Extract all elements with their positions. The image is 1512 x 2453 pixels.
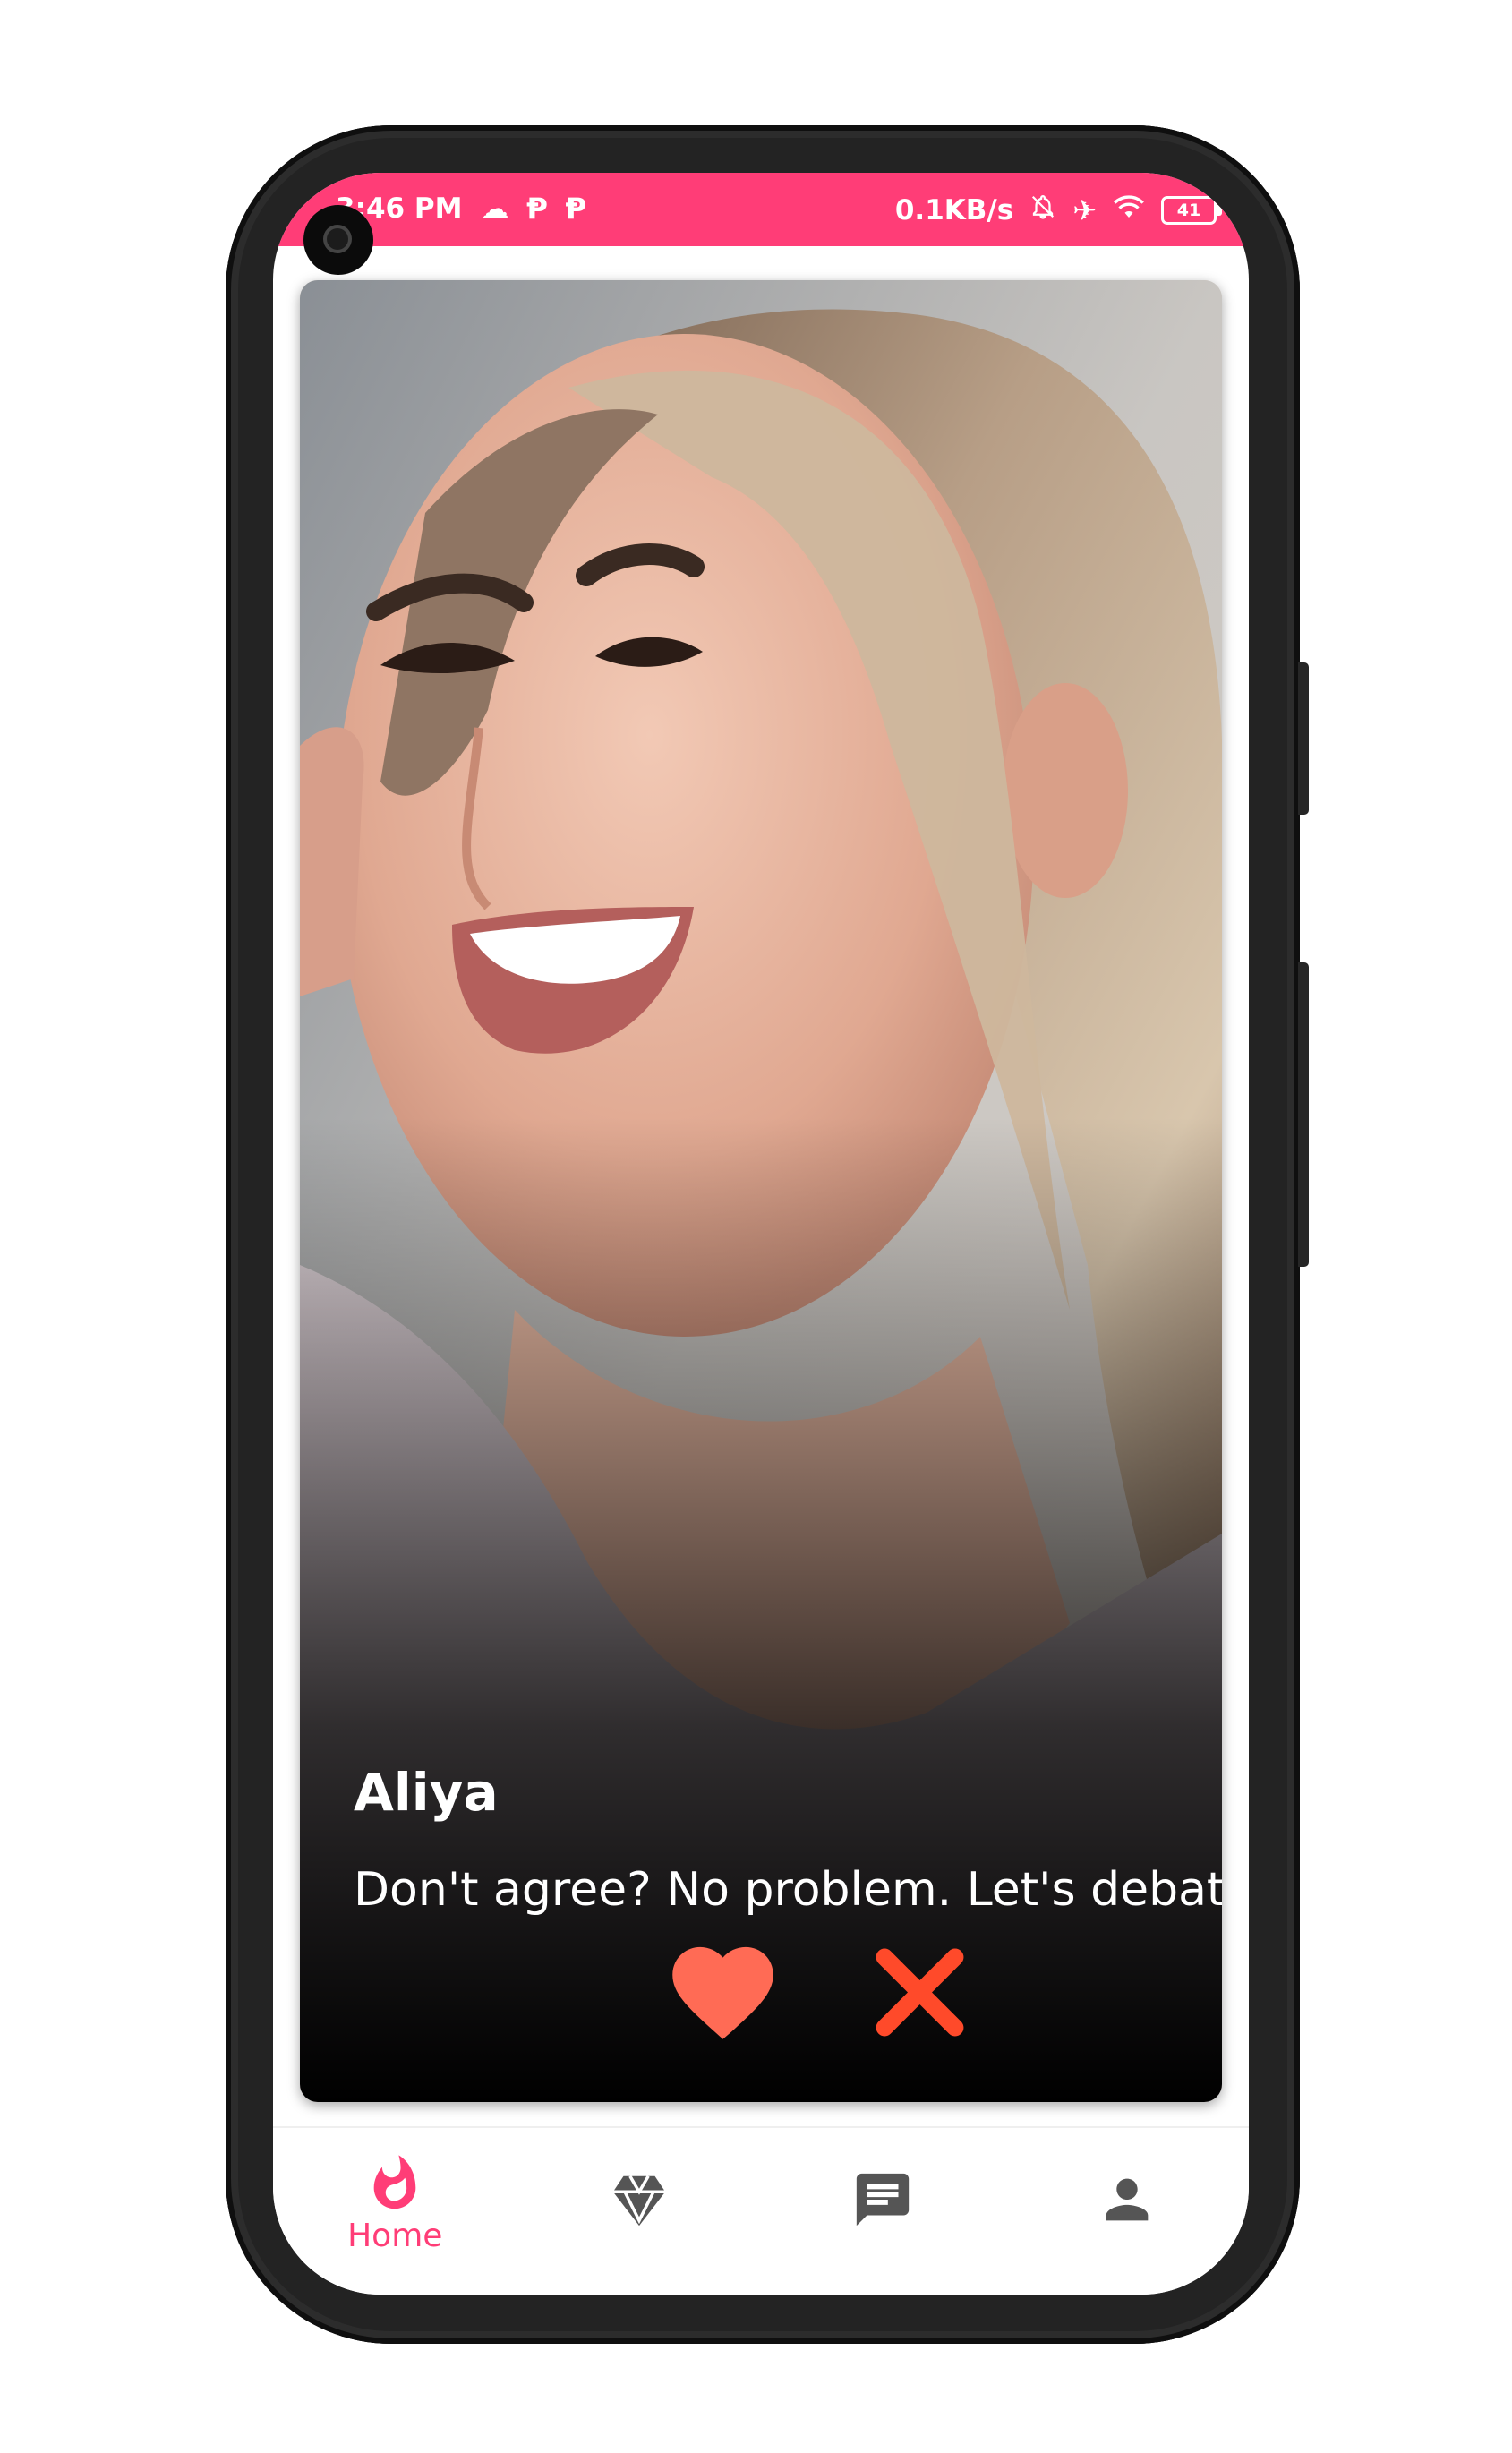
nope-button[interactable] <box>859 1932 980 2053</box>
volume-button <box>1298 662 1309 815</box>
battery-icon: 41 <box>1161 195 1222 225</box>
cloud-icon: ☁ <box>480 192 509 226</box>
screen: 3:46 PM ☁ Ᵽ Ᵽ 0.1KB/s ✈ 41 Aliya Don't a… <box>273 173 1249 2295</box>
profile-name: Aliya <box>354 1762 499 1823</box>
page: 3:46 PM ☁ Ᵽ Ᵽ 0.1KB/s ✈ 41 Aliya Don't a… <box>0 0 1512 2453</box>
status-right: 0.1KB/s ✈ 41 <box>895 192 1222 227</box>
flame-icon <box>373 2155 416 2209</box>
nav-item-profile[interactable] <box>1005 2128 1250 2295</box>
heart-icon <box>672 1946 773 2039</box>
phone-frame: 3:46 PM ☁ Ᵽ Ᵽ 0.1KB/s ✈ 41 Aliya Don't a… <box>226 125 1309 2344</box>
status-bar: 3:46 PM ☁ Ᵽ Ᵽ 0.1KB/s ✈ 41 <box>273 173 1249 246</box>
nav-item-messages[interactable] <box>761 2128 1005 2295</box>
person-icon <box>1106 2178 1149 2221</box>
wifi-icon <box>1113 193 1145 226</box>
nav-item-home[interactable]: Home <box>273 2128 517 2295</box>
network-speed: 0.1KB/s <box>894 193 1014 226</box>
close-x-icon <box>876 1948 964 2037</box>
diamond-icon <box>612 2175 665 2227</box>
front-camera <box>303 205 373 275</box>
bottom-nav: Home <box>273 2126 1249 2295</box>
mute-bell-icon <box>1029 192 1056 227</box>
airplane-icon: ✈ <box>1072 192 1097 227</box>
power-button <box>1298 962 1309 1267</box>
p-app-icon: Ᵽ <box>565 192 587 226</box>
p-app-icon: Ᵽ <box>526 192 548 226</box>
nav-item-diamond[interactable] <box>517 2128 762 2295</box>
profile-card[interactable]: Aliya Don't agree? No problem. Let's deb… <box>300 280 1222 2102</box>
chat-icon <box>857 2173 910 2227</box>
profile-bio: Don't agree? No problem. Let's debate. <box>354 1863 1222 1917</box>
nav-label-home: Home <box>347 2218 443 2254</box>
like-button[interactable] <box>662 1932 783 2053</box>
